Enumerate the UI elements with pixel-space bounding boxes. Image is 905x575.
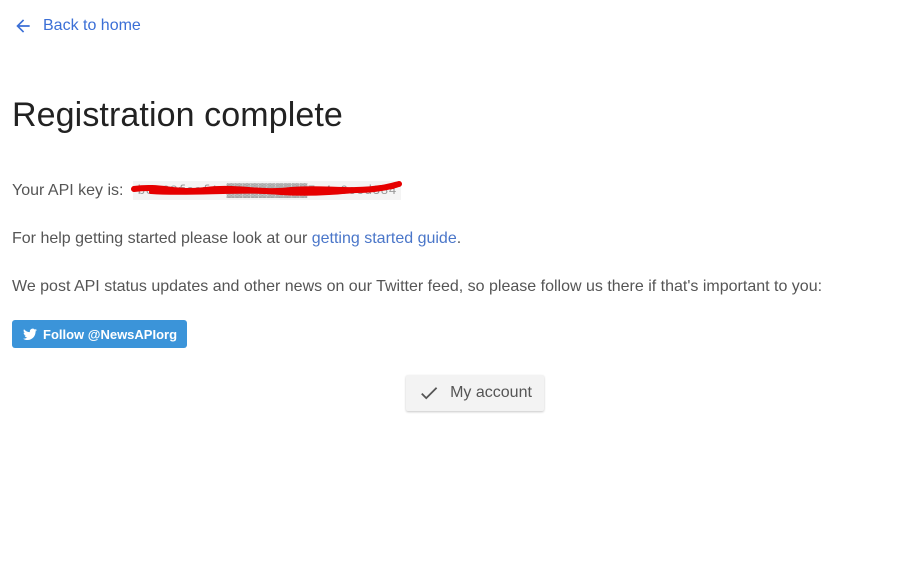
- my-account-label: My account: [450, 384, 532, 401]
- api-key-label: Your API key is:: [12, 181, 124, 199]
- redaction-scribble: [131, 181, 403, 196]
- getting-started-guide-link[interactable]: getting started guide: [312, 230, 457, 247]
- checkmark-icon: [418, 382, 440, 404]
- back-to-home-link[interactable]: Back to home: [13, 16, 141, 36]
- page-title: Registration complete: [12, 96, 343, 134]
- help-suffix: .: [456, 230, 462, 247]
- registration-page: Back to home Registration complete Your …: [0, 0, 905, 575]
- twitter-bird-icon: [22, 326, 38, 342]
- api-key-value: bee68fcaf1c▓▓▓▓▓▓▓▓▓▓7c4a6ecd384: [131, 181, 403, 200]
- twitter-paragraph: We post API status updates and other new…: [12, 278, 823, 295]
- api-key-row: Your API key is: bee68fcaf1c▓▓▓▓▓▓▓▓▓▓7c…: [12, 181, 403, 200]
- help-paragraph: For help getting started please look at …: [12, 230, 461, 248]
- my-account-button[interactable]: My account: [406, 375, 544, 411]
- follow-twitter-label: Follow @NewsAPIorg: [43, 326, 178, 342]
- follow-twitter-button[interactable]: Follow @NewsAPIorg: [12, 320, 188, 348]
- help-prefix: For help getting started please look at …: [12, 230, 312, 247]
- back-to-home-label: Back to home: [43, 17, 141, 34]
- arrow-left-icon: [13, 16, 33, 36]
